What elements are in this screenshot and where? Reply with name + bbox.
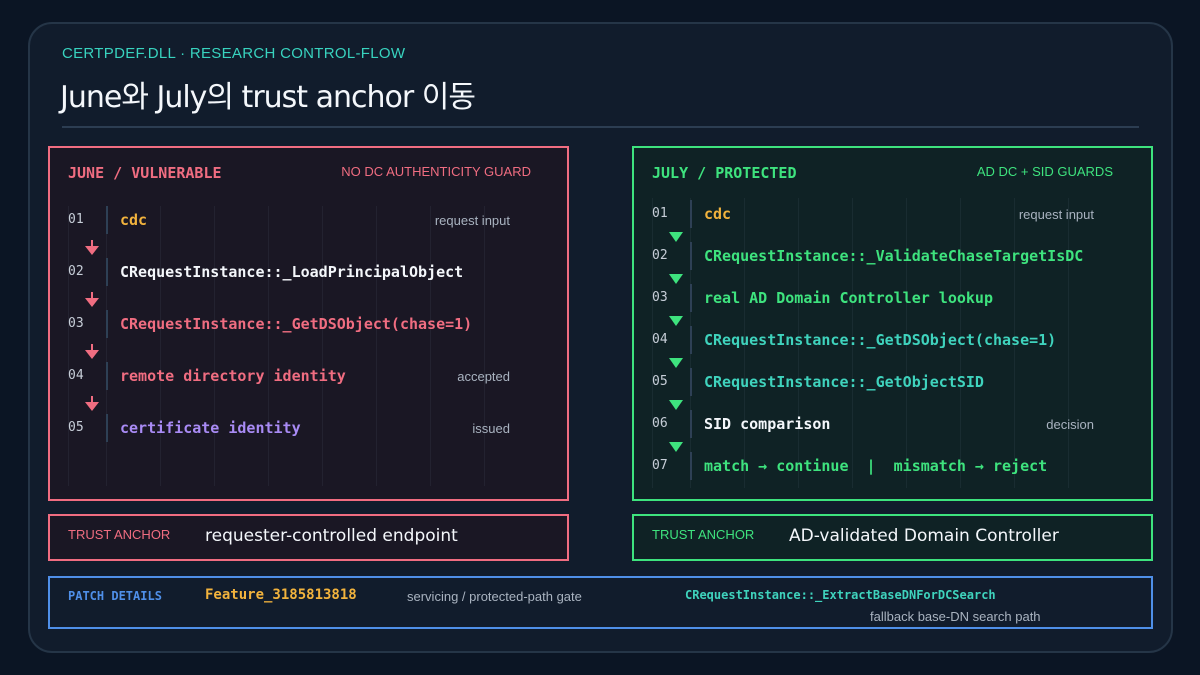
function-description: fallback base-DN search path <box>870 609 1041 624</box>
step-number: 02 <box>68 264 84 279</box>
step-number: 05 <box>652 374 668 389</box>
step-number: 03 <box>652 290 668 305</box>
step-number: 03 <box>68 316 84 331</box>
step-number: 07 <box>652 458 668 473</box>
step-code: CRequestInstance::_GetObjectSID <box>704 373 984 391</box>
trust-anchor-value: requester-controlled endpoint <box>205 526 458 546</box>
july-panel-tag: AD DC + SID GUARDS <box>976 164 1113 179</box>
step-bar <box>106 206 108 234</box>
step-number: 01 <box>652 206 668 221</box>
header-kicker: CERTPDEF.DLL · RESEARCH CONTROL-FLOW <box>62 45 406 62</box>
july-step-7: 07 match → continue | mismatch → reject <box>652 452 1094 480</box>
july-step-3: 03 real AD Domain Controller lookup <box>652 284 1094 312</box>
step-code: CRequestInstance::_GetDSObject(chase=1) <box>704 331 1057 349</box>
trust-anchor-label: TRUST ANCHOR <box>652 527 755 542</box>
step-code: cdc <box>120 211 148 229</box>
step-note: decision <box>1046 417 1094 432</box>
step-note: request input <box>1018 207 1094 222</box>
step-bar <box>690 410 692 438</box>
july-step-2: 02 CRequestInstance::_ValidateChaseTarge… <box>652 242 1094 270</box>
step-bar <box>690 452 692 480</box>
step-number: 05 <box>68 420 84 435</box>
july-step-5: 05 CRequestInstance::_GetObjectSID <box>652 368 1094 396</box>
june-panel-tag: NO DC AUTHENTICITY GUARD <box>341 164 531 179</box>
step-code: real AD Domain Controller lookup <box>704 289 993 307</box>
step-number: 04 <box>652 332 668 347</box>
step-code: CRequestInstance::_LoadPrincipalObject <box>120 263 464 281</box>
step-bar <box>106 362 108 390</box>
step-code: remote directory identity <box>120 367 346 385</box>
trust-anchor-label: TRUST ANCHOR <box>68 527 171 542</box>
step-code: SID comparison <box>704 415 831 433</box>
june-grid-lines <box>68 206 510 486</box>
step-bar <box>690 284 692 312</box>
june-step-1: 01 cdc request input <box>68 206 510 234</box>
step-note: request input <box>434 213 510 228</box>
feature-description: servicing / protected-path gate <box>407 589 582 604</box>
step-bar <box>690 368 692 396</box>
july-step-1: 01 cdc request input <box>652 200 1094 228</box>
step-number: 04 <box>68 368 84 383</box>
step-bar <box>690 326 692 354</box>
june-trust-anchor: TRUST ANCHOR requester-controlled endpoi… <box>48 514 569 561</box>
july-panel: JULY / PROTECTED AD DC + SID GUARDS 01 c… <box>632 146 1153 501</box>
step-code: cdc <box>704 205 732 223</box>
july-trust-anchor: TRUST ANCHOR AD-validated Domain Control… <box>632 514 1153 561</box>
step-bar <box>106 414 108 442</box>
step-number: 01 <box>68 212 84 227</box>
june-panel: JUNE / VULNERABLE NO DC AUTHENTICITY GUA… <box>48 146 569 501</box>
function-name: CRequestInstance::_ExtractBaseDNForDCSea… <box>685 588 996 602</box>
step-note: issued <box>472 421 510 436</box>
page-title: June와 July의 trust anchor 이동 <box>60 80 476 115</box>
june-step-4: 04 remote directory identity accepted <box>68 362 510 390</box>
step-bar <box>106 258 108 286</box>
patch-details: PATCH DETAILS Feature_3185813818 servici… <box>48 576 1153 629</box>
header-divider <box>62 126 1139 128</box>
step-code: certificate identity <box>120 419 301 437</box>
step-code: match → continue | mismatch → reject <box>704 457 1048 475</box>
june-step-3: 03 CRequestInstance::_GetDSObject(chase=… <box>68 310 510 338</box>
july-panel-title: JULY / PROTECTED <box>652 164 797 182</box>
step-bar <box>690 242 692 270</box>
june-step-5: 05 certificate identity issued <box>68 414 510 442</box>
patch-details-label: PATCH DETAILS <box>68 589 162 603</box>
july-step-4: 04 CRequestInstance::_GetDSObject(chase=… <box>652 326 1094 354</box>
step-bar <box>106 310 108 338</box>
july-step-6: 06 SID comparison decision <box>652 410 1094 438</box>
feature-flag: Feature_3185813818 <box>205 587 357 603</box>
june-step-2: 02 CRequestInstance::_LoadPrincipalObjec… <box>68 258 510 286</box>
step-note: accepted <box>457 369 510 384</box>
step-number: 02 <box>652 248 668 263</box>
step-number: 06 <box>652 416 668 431</box>
step-bar <box>690 200 692 228</box>
step-code: CRequestInstance::_ValidateChaseTargetIs… <box>704 247 1084 265</box>
june-panel-title: JUNE / VULNERABLE <box>68 164 222 182</box>
trust-anchor-value: AD-validated Domain Controller <box>789 526 1059 546</box>
step-code: CRequestInstance::_GetDSObject(chase=1) <box>120 315 473 333</box>
